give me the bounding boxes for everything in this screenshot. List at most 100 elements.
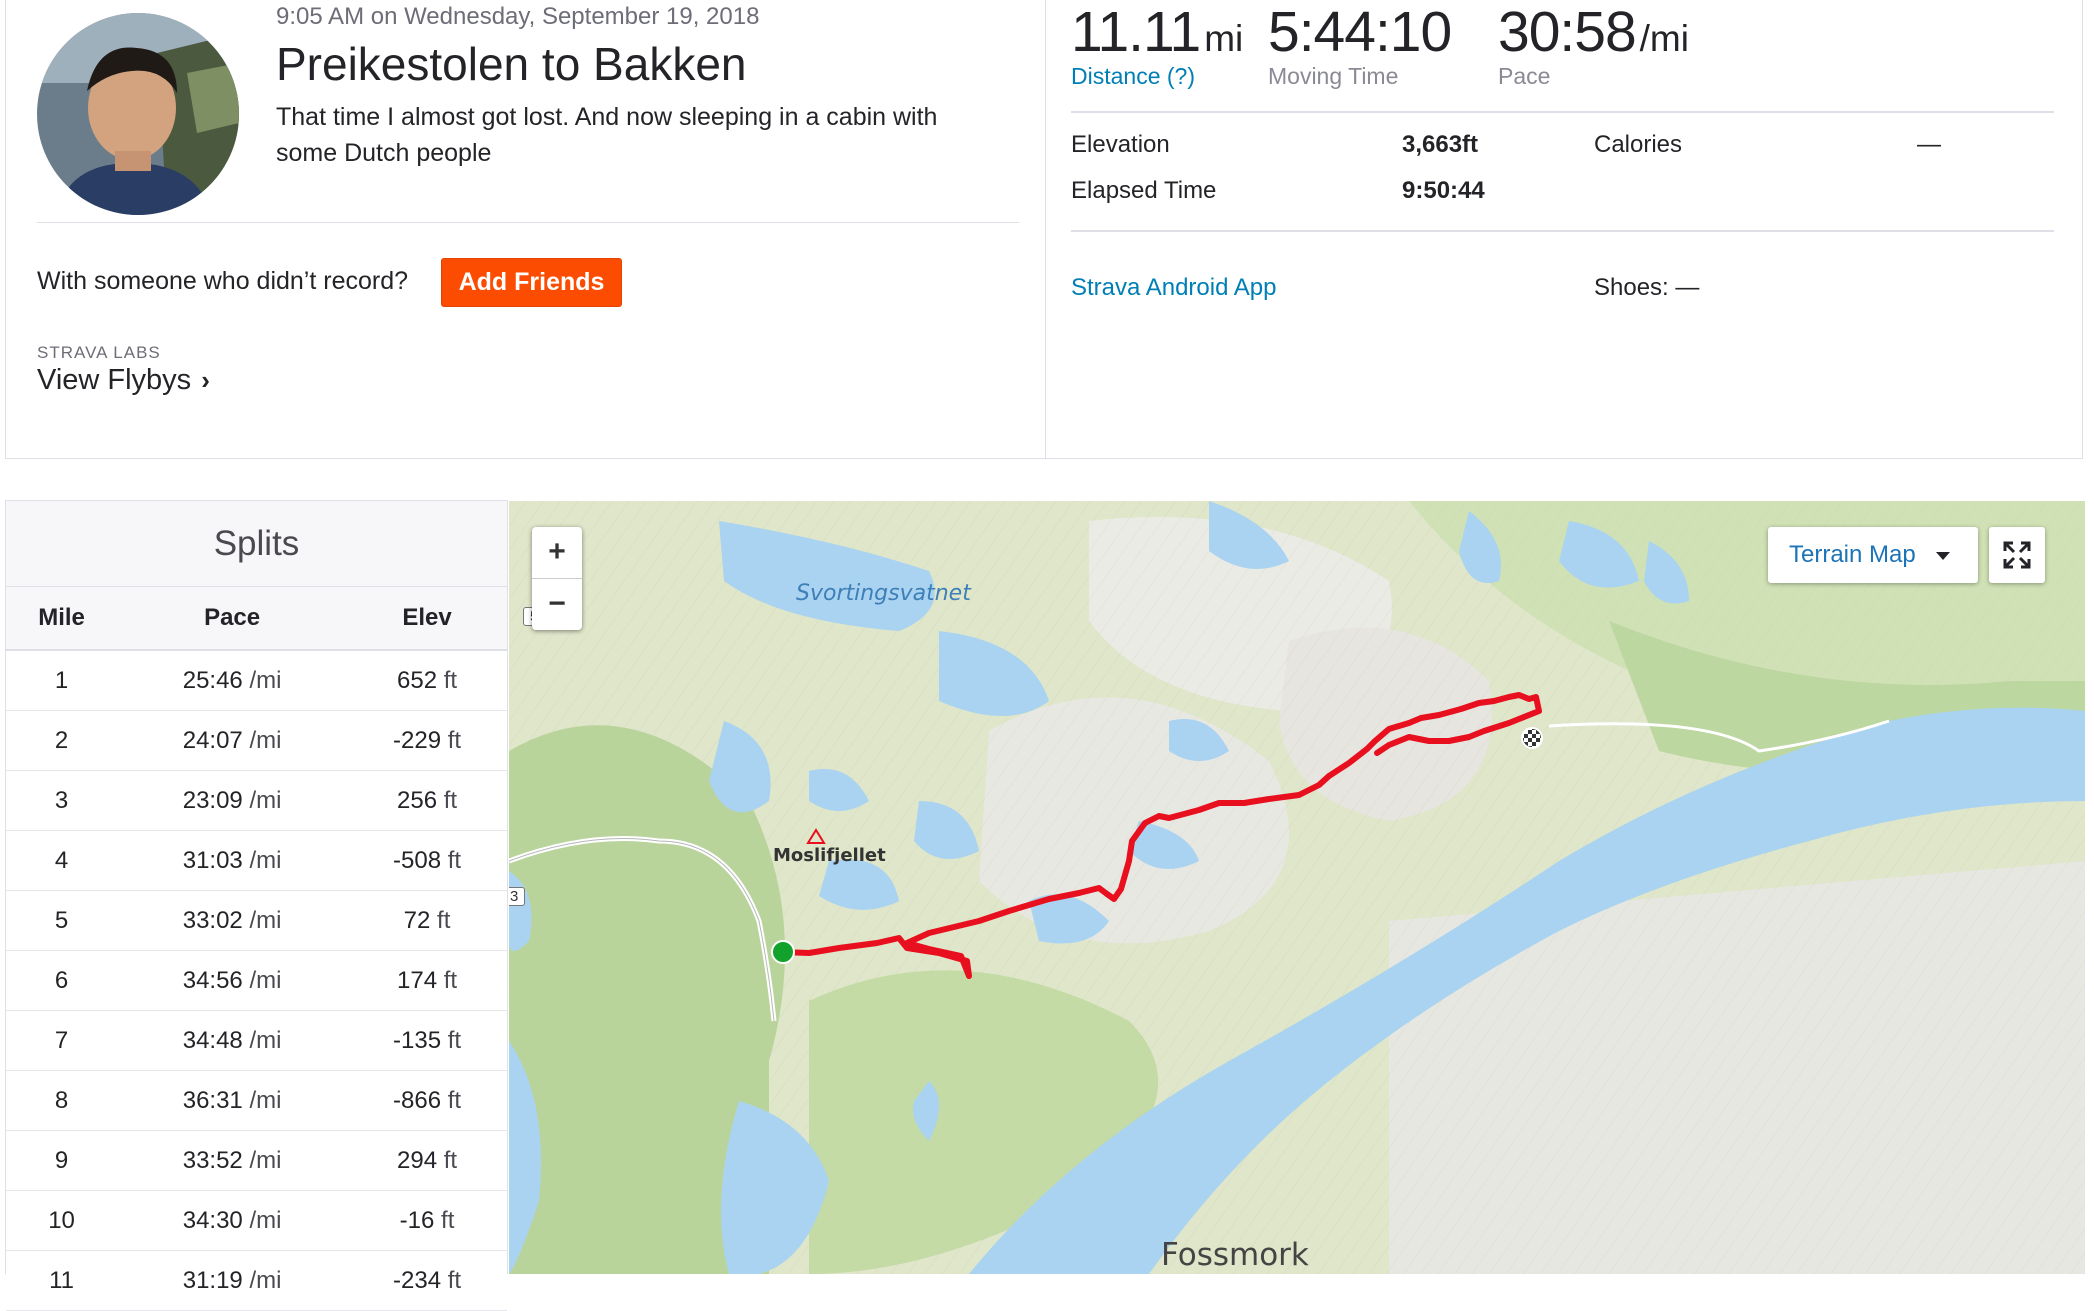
- split-pace-unit: /mi: [249, 966, 282, 994]
- split-row: 2 24:07 /mi -229 ft: [6, 710, 507, 771]
- split-mile: 1: [6, 650, 118, 711]
- split-elev: -16 ft: [347, 1190, 507, 1251]
- fullscreen-button[interactable]: [1989, 527, 2045, 583]
- split-elev-value: -16: [399, 1206, 435, 1234]
- route-map[interactable]: Svortingsvatnet Moslifjellet Fossmork 52…: [509, 501, 2085, 1274]
- split-elev-value: 72: [403, 906, 431, 934]
- distance-value: 11.11: [1071, 0, 1201, 64]
- splits-panel: Splits Mile Pace Elev 1 25:46 /mi 652 ft 2 2…: [5, 500, 508, 1311]
- distance-help-link[interactable]: Distance (?): [1071, 63, 1243, 90]
- split-pace-unit: /mi: [249, 1266, 282, 1294]
- split-row: 4 31:03 /mi -508 ft: [6, 830, 507, 891]
- split-pace: 24:07 /mi: [117, 710, 348, 771]
- divider: [1071, 111, 2054, 113]
- split-pace-unit: /mi: [249, 906, 282, 934]
- split-elev-value: -229: [393, 726, 442, 754]
- splits-title: Splits: [6, 501, 507, 587]
- split-pace: 34:48 /mi: [117, 1010, 348, 1071]
- split-elev: 256 ft: [347, 770, 507, 831]
- zoom-out-button[interactable]: −: [532, 579, 582, 630]
- road-shield-partial: 3: [509, 887, 526, 906]
- split-pace: 34:56 /mi: [117, 950, 348, 1011]
- stat-pace: 30:58/mi Pace: [1498, 0, 1689, 90]
- split-row: 1 25:46 /mi 652 ft: [6, 650, 507, 711]
- friends-prompt: With someone who didn’t record?: [37, 267, 409, 295]
- divider: [1071, 230, 2054, 232]
- split-elev-unit: ft: [443, 1146, 458, 1174]
- activity-summary-card: 9:05 AM on Wednesday, September 19, 2018…: [5, 0, 2083, 459]
- map-type-dropdown[interactable]: Terrain Map: [1768, 527, 1978, 583]
- split-elev-value: 256: [397, 786, 438, 814]
- split-pace-value: 33:52: [182, 1146, 243, 1174]
- split-elev: -229 ft: [347, 710, 507, 771]
- split-pace-value: 34:48: [182, 1026, 243, 1054]
- peak-label: Moslifjellet: [773, 845, 886, 866]
- view-flybys-link[interactable]: View Flybys ›: [37, 364, 210, 397]
- split-pace-unit: /mi: [249, 846, 282, 874]
- split-pace-unit: /mi: [249, 726, 282, 754]
- split-pace-unit: /mi: [249, 1026, 282, 1054]
- elevation-label: Elevation: [1071, 131, 1170, 158]
- split-elev-unit: ft: [443, 786, 458, 814]
- terrain-map-canvas[interactable]: [509, 501, 2085, 1274]
- device-link[interactable]: Strava Android App: [1071, 274, 1276, 302]
- split-elev: 72 ft: [347, 890, 507, 951]
- lake-label: Svortingsvatnet: [796, 581, 971, 606]
- split-mile: 3: [6, 770, 118, 831]
- elev-header: Elev: [347, 587, 507, 651]
- fullscreen-icon: [2003, 541, 2031, 569]
- athlete-avatar[interactable]: [37, 13, 239, 215]
- distance-unit: mi: [1204, 18, 1244, 59]
- split-elev-unit: ft: [447, 726, 462, 754]
- split-mile: 11: [6, 1250, 118, 1311]
- split-pace-unit: /mi: [249, 1146, 282, 1174]
- split-pace-value: 36:31: [182, 1086, 243, 1114]
- calories-label: Calories: [1594, 131, 1683, 158]
- split-mile: 9: [6, 1130, 118, 1191]
- split-pace-value: 24:07: [182, 726, 243, 754]
- zoom-in-button[interactable]: +: [532, 527, 582, 579]
- split-elev-unit: ft: [443, 666, 458, 694]
- split-pace-value: 31:19: [182, 1266, 243, 1294]
- split-row: 8 36:31 /mi -866 ft: [6, 1070, 507, 1131]
- split-mile: 5: [6, 890, 118, 951]
- split-pace-unit: /mi: [249, 666, 282, 694]
- split-elev-value: 652: [397, 666, 438, 694]
- split-mile: 2: [6, 710, 118, 771]
- split-row: 9 33:52 /mi 294 ft: [6, 1130, 507, 1191]
- split-row: 7 34:48 /mi -135 ft: [6, 1010, 507, 1071]
- split-pace: 31:03 /mi: [117, 830, 348, 891]
- split-pace-unit: /mi: [249, 786, 282, 814]
- splits-table: Mile Pace Elev 1 25:46 /mi 652 ft 2 24:07 /m…: [6, 587, 507, 1311]
- split-elev-unit: ft: [441, 1206, 455, 1234]
- activity-timestamp: 9:05 AM on Wednesday, September 19, 2018: [276, 3, 760, 30]
- split-elev-value: 294: [397, 1146, 438, 1174]
- town-label: Fossmork: [1161, 1237, 1309, 1273]
- view-flybys-label: View Flybys: [37, 364, 192, 396]
- split-pace-value: 33:02: [182, 906, 243, 934]
- pace-label: Pace: [1498, 63, 1551, 89]
- split-elev-value: -135: [393, 1026, 442, 1054]
- split-elev-value: -234: [393, 1266, 442, 1294]
- split-elev: -135 ft: [347, 1010, 507, 1071]
- stat-distance: 11.11 mi Distance (?): [1071, 0, 1243, 90]
- caret-down-icon: [1935, 551, 1950, 560]
- split-elev-unit: ft: [447, 1086, 462, 1114]
- split-mile: 6: [6, 950, 118, 1011]
- route-finish-icon[interactable]: [1521, 727, 1543, 749]
- add-friends-button[interactable]: Add Friends: [441, 258, 622, 307]
- split-pace: 25:46 /mi: [117, 650, 348, 711]
- split-row: 10 34:30 /mi -16 ft: [6, 1190, 507, 1251]
- split-elev-unit: ft: [447, 846, 462, 874]
- split-pace-value: 25:46: [182, 666, 243, 694]
- split-row: 11 31:19 /mi -234 ft: [6, 1250, 507, 1311]
- map-type-label: Terrain Map: [1789, 541, 1916, 568]
- split-elev-value: 174: [397, 966, 438, 994]
- split-pace-value: 23:09: [182, 786, 243, 814]
- split-pace-unit: /mi: [249, 1206, 282, 1234]
- route-start-marker[interactable]: [771, 940, 795, 964]
- split-elev: -508 ft: [347, 830, 507, 891]
- divider: [37, 222, 1019, 223]
- strava-labs-label: STRAVA LABS: [37, 343, 161, 362]
- split-pace: 23:09 /mi: [117, 770, 348, 831]
